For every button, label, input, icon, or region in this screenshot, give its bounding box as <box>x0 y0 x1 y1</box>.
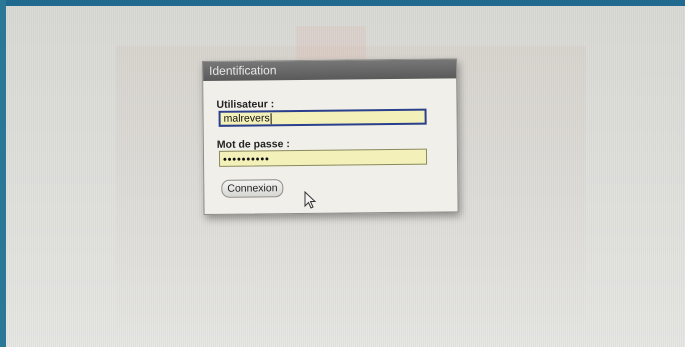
password-field[interactable]: •••••••••• <box>218 148 428 167</box>
connexion-button[interactable]: Connexion <box>221 179 284 198</box>
username-label: Utilisateur : <box>216 98 275 111</box>
username-field[interactable]: malrevers <box>218 108 427 127</box>
password-value: •••••••••• <box>222 153 270 166</box>
username-value: malrevers <box>223 112 270 125</box>
dialog-title: Identification <box>203 59 457 81</box>
text-caret <box>270 112 272 125</box>
password-label: Mot de passe : <box>216 138 290 151</box>
mouse-pointer-icon <box>304 191 317 209</box>
login-dialog: Identification Utilisateur : malrevers M… <box>202 58 459 215</box>
